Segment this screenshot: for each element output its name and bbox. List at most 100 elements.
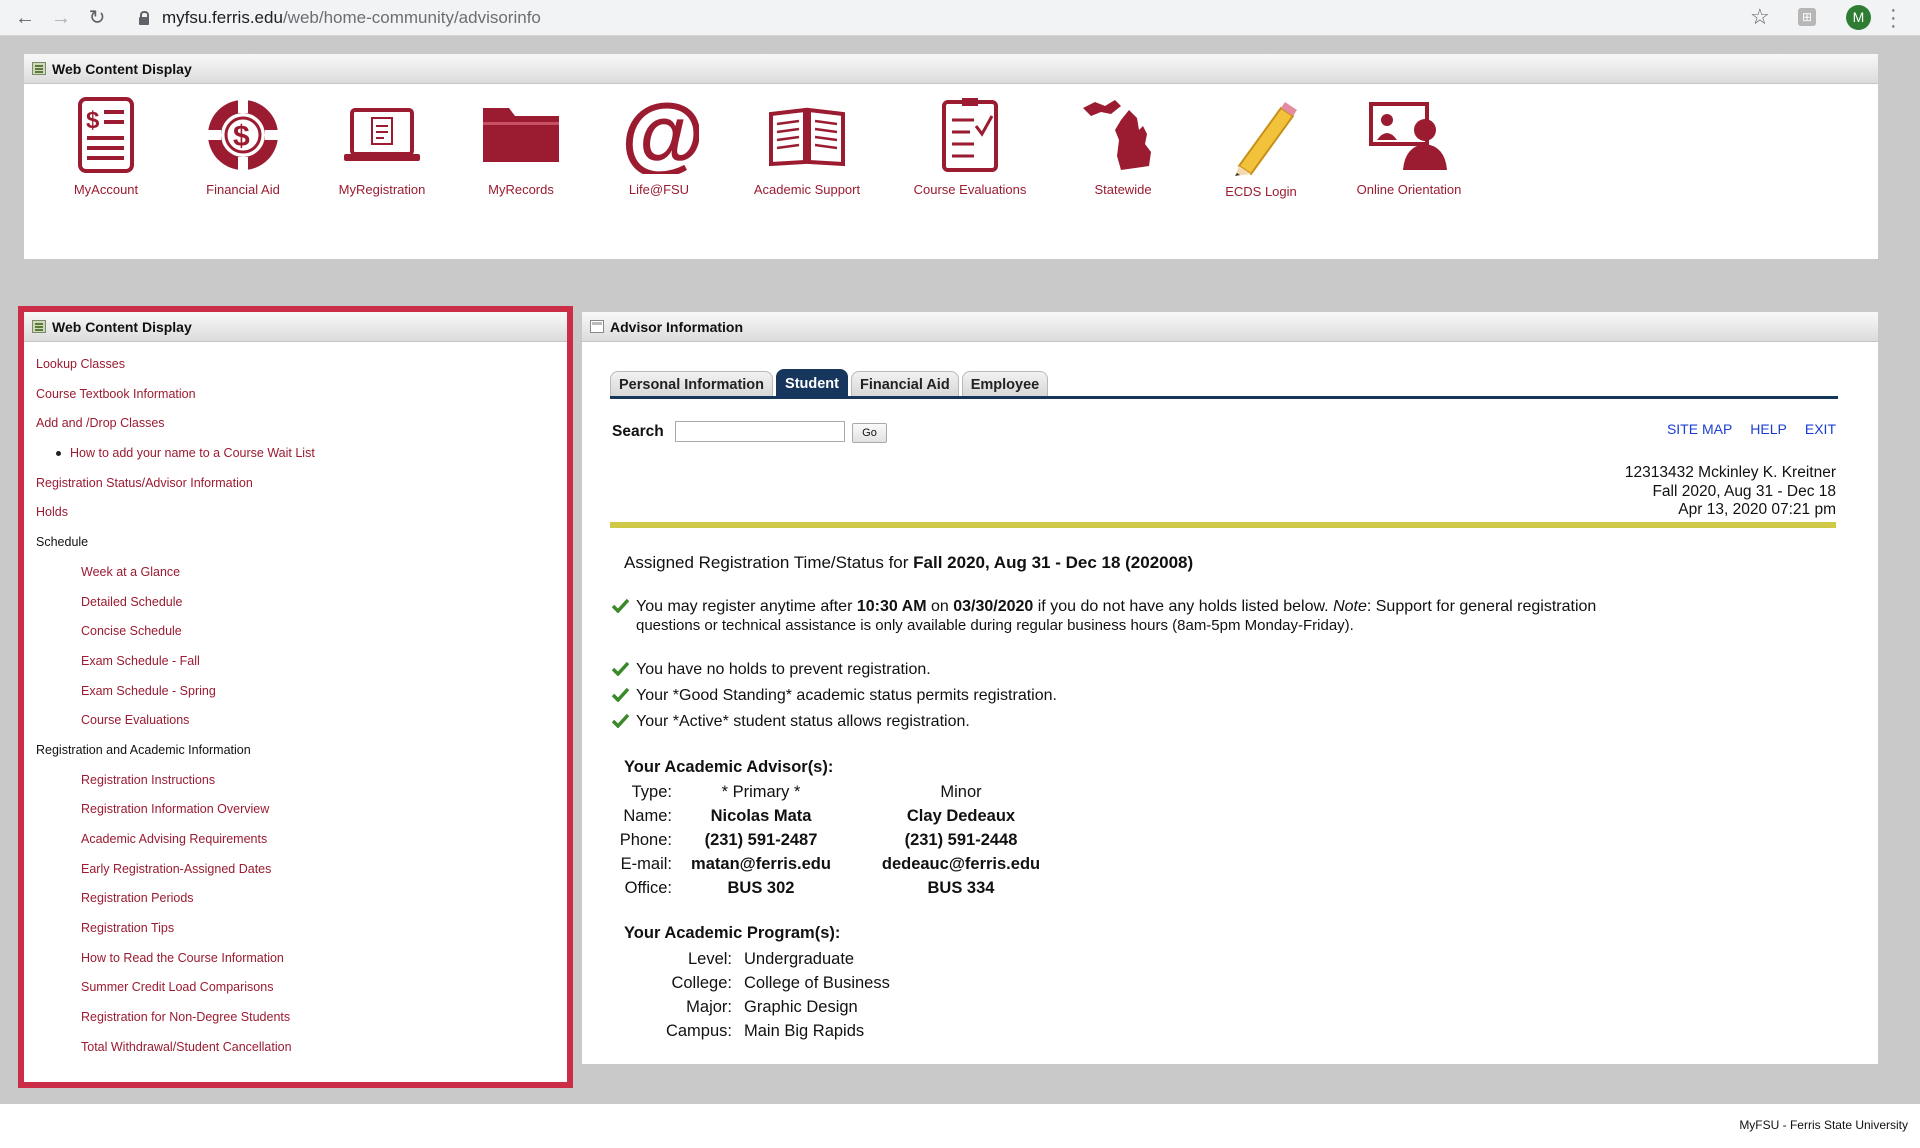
menu-label: How to Read the Course Information [81, 950, 284, 965]
quick-link-life-at-fsu[interactable]: @ Life@FSU [589, 96, 729, 197]
current-timestamp: Apr 13, 2020 07:21 pm [1678, 501, 1836, 518]
tab-personal-information[interactable]: Personal Information [610, 371, 774, 397]
extension-icon[interactable]: ⊞ [1798, 8, 1816, 26]
advisor-email: dedeauc@ferris.edu [881, 855, 1041, 873]
go-button[interactable]: Go [852, 423, 887, 443]
quick-link-statewide[interactable]: Statewide [1053, 96, 1193, 197]
menu-link[interactable]: Total Withdrawal/Student Cancellation [24, 1033, 567, 1063]
tab-employee[interactable]: Employee [961, 371, 1049, 397]
program-major: Graphic Design [744, 998, 858, 1016]
quick-link-academic-support[interactable]: Academic Support [737, 96, 877, 197]
menu-label: Summer Credit Load Comparisons [81, 980, 274, 995]
michigan-map-icon [1083, 100, 1151, 170]
quick-link-label: MyAccount [73, 182, 139, 197]
quick-link-myaccount[interactable]: $ MyAccount [36, 96, 176, 197]
portlet-header: Web Content Display [24, 312, 567, 342]
site-map-link[interactable]: SITE MAP [1667, 421, 1732, 437]
url-path: /web/home-community/advisorinfo [282, 8, 541, 27]
menu-label: Registration and Academic Information [36, 742, 251, 757]
highlighted-menu-frame: Web Content Display Lookup Classes Course… [18, 306, 573, 1088]
field-label: E-mail: [620, 855, 672, 873]
menu-link[interactable]: Registration Instructions [24, 766, 567, 796]
menu-label: Total Withdrawal/Student Cancellation [81, 1039, 292, 1054]
menu-label: Course Evaluations [81, 713, 190, 728]
programs-title: Your Academic Program(s): [624, 924, 841, 942]
at-sign-icon: @ [621, 96, 699, 174]
menu-link[interactable]: Registration for Non-Degree Students [24, 1003, 567, 1033]
menu-link[interactable]: Early Registration-Assigned Dates [24, 855, 567, 885]
menu-link[interactable]: Course Evaluations [24, 706, 567, 736]
menu-link[interactable]: Add and /Drop Classes [24, 409, 567, 439]
check-icon [612, 661, 629, 676]
help-link[interactable]: HELP [1750, 421, 1787, 437]
back-arrow-icon[interactable]: ← [14, 7, 36, 29]
portlet-title: Web Content Display [52, 318, 192, 335]
advisor-name: Nicolas Mata [710, 807, 812, 825]
menu-link[interactable]: Summer Credit Load Comparisons [24, 973, 567, 1003]
search-input[interactable] [675, 421, 845, 442]
menu-link[interactable]: Exam Schedule - Spring [24, 677, 567, 707]
footer-text: MyFSU - Ferris State University [1739, 1118, 1908, 1132]
menu-heading: Schedule [24, 528, 567, 558]
quick-link-label: Financial Aid [206, 182, 280, 197]
menu-label: Registration Tips [81, 921, 175, 936]
page-footer: MyFSU - Ferris State University [0, 1104, 1920, 1148]
student-info-block: 12313432 Mckinley K. Kreitner Fall 2020,… [1625, 464, 1836, 520]
student-id-name: 12313432 Mckinley K. Kreitner [1624, 464, 1836, 481]
portlet-icon [32, 62, 46, 75]
advisor-office: BUS 302 [727, 879, 795, 897]
quick-link-label: Statewide [1094, 182, 1152, 197]
standing-message: Your *Good Standing* academic status per… [636, 687, 1057, 704]
address-bar[interactable]: myfsu.ferris.edu/web/home-community/advi… [128, 3, 1768, 33]
msg-note: Note [1333, 598, 1367, 615]
menu-link[interactable]: Course Textbook Information [24, 380, 567, 410]
reload-icon[interactable]: ↻ [86, 7, 108, 29]
lifebuoy-dollar-icon: $ [208, 100, 278, 170]
menu-label: Exam Schedule - Spring [81, 683, 216, 698]
menu-link[interactable]: Academic Advising Requirements [24, 825, 567, 855]
menu-link[interactable]: How to add your name to a Course Wait Li… [24, 439, 567, 469]
portlet-icon [32, 320, 46, 333]
menu-link[interactable]: Holds [24, 498, 567, 528]
exit-link[interactable]: EXIT [1805, 421, 1836, 437]
field-label: College: [671, 974, 732, 992]
field-label: Name: [623, 807, 672, 825]
menu-link[interactable]: Concise Schedule [24, 617, 567, 647]
menu-link[interactable]: Registration Periods [24, 884, 567, 914]
registration-time-message: You may register anytime after 10:30 AM … [636, 598, 1596, 635]
quick-link-label: MyRegistration [338, 182, 426, 197]
forward-arrow-icon[interactable]: → [50, 7, 72, 29]
tab-student[interactable]: Student [776, 369, 848, 397]
menu-label: Registration Information Overview [81, 802, 270, 817]
menu-label: Registration for Non-Degree Students [81, 1010, 291, 1025]
quick-link-myregistration[interactable]: MyRegistration [312, 96, 452, 197]
menu-label: Exam Schedule - Fall [81, 653, 200, 668]
advisor-type: Minor [940, 783, 982, 801]
menu-link[interactable]: Detailed Schedule [24, 588, 567, 618]
utility-links: SITE MAP HELP EXIT [1649, 421, 1836, 437]
quick-link-myrecords[interactable]: MyRecords [451, 96, 591, 197]
section-divider [610, 522, 1836, 528]
presenter-screen-icon [1369, 102, 1447, 170]
program-level: Undergraduate [744, 950, 855, 968]
menu-link[interactable]: Registration Tips [24, 914, 567, 944]
menu-link[interactable]: Lookup Classes [24, 350, 567, 380]
quick-link-ecds-login[interactable]: ECDS Login [1191, 96, 1331, 199]
check-icon [612, 713, 629, 728]
more-menu-icon[interactable]: · · · [1890, 0, 1897, 36]
quick-link-financial-aid[interactable]: $ Financial Aid [173, 96, 313, 197]
tab-financial-aid[interactable]: Financial Aid [851, 371, 959, 397]
message-line: You may register anytime after 10:30 AM … [636, 598, 1596, 617]
menu-link[interactable]: Exam Schedule - Fall [24, 647, 567, 677]
menu-link[interactable]: How to Read the Course Information [24, 944, 567, 974]
menu-link[interactable]: Registration Status/Advisor Information [24, 469, 567, 499]
holds-message: You have no holds to prevent registratio… [636, 661, 931, 678]
advisor-type: * Primary * [721, 783, 801, 801]
menu-link[interactable]: Week at a Glance [24, 558, 567, 588]
quick-link-online-orientation[interactable]: Online Orientation [1339, 96, 1479, 197]
msg-text: if you do not have any holds listed belo… [1037, 598, 1329, 615]
menu-link[interactable]: Registration Information Overview [24, 795, 567, 825]
profile-avatar[interactable]: M [1846, 5, 1871, 30]
bookmark-star-icon[interactable]: ☆ [1750, 4, 1770, 30]
quick-link-course-evaluations[interactable]: Course Evaluations [900, 96, 1040, 197]
